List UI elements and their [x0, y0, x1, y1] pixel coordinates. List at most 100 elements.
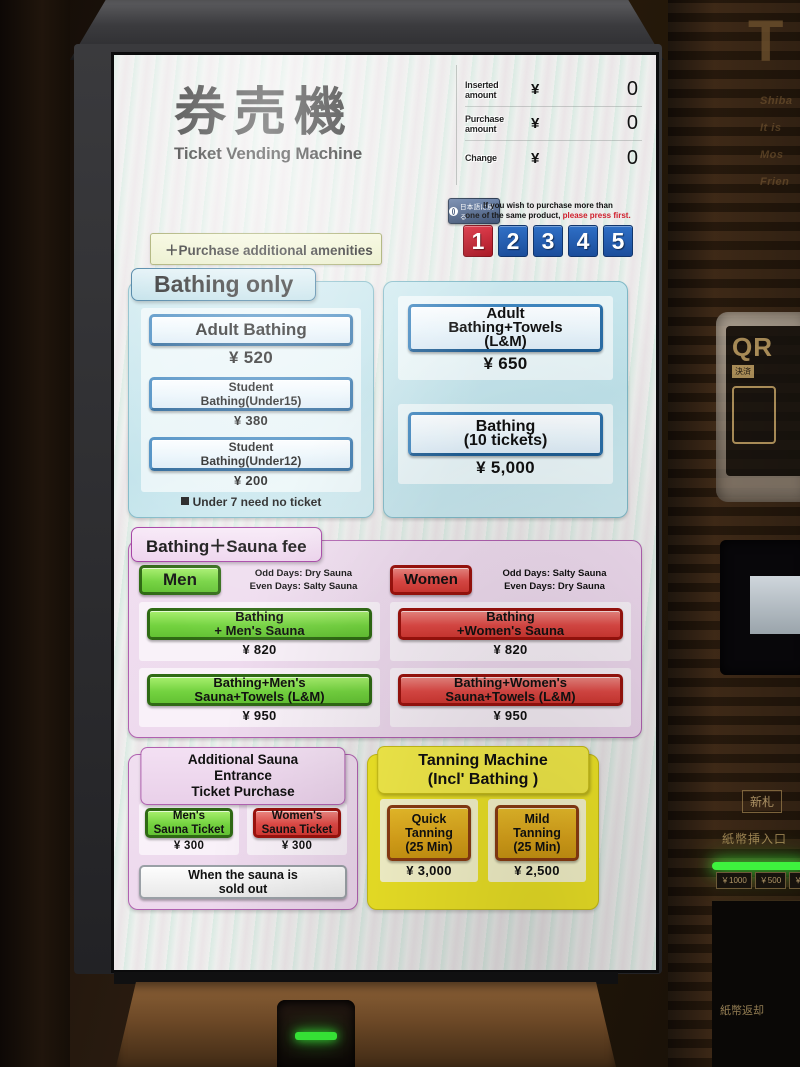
- amount-label: Change: [465, 153, 497, 163]
- currency-symbol: ¥: [531, 81, 540, 98]
- women-sauna-well-2: Bathing+Women's Sauna+Towels (L&M) ¥ 950: [390, 668, 631, 727]
- price-bathing-womens-sauna: ¥ 820: [493, 642, 528, 657]
- women-header-row: Women Odd Days: Salty Sauna Even Days: D…: [390, 565, 631, 595]
- tanning-items: Quick Tanning (25 Min) ¥ 3,000 Mild Tann…: [380, 799, 586, 882]
- bill-slot[interactable]: [750, 576, 800, 634]
- coin-label: ￥1000: [716, 872, 752, 889]
- product-bathing-mens-sauna-towels[interactable]: Bathing+Men's Sauna+Towels (L&M): [147, 674, 372, 706]
- men-schedule-line2: Even Days: Salty Sauna: [249, 581, 358, 592]
- women-schedule-line1: Odd Days: Salty Sauna: [502, 568, 607, 579]
- coin-label: ￥500: [754, 872, 787, 889]
- new-note-tag: 新札: [742, 790, 783, 813]
- section-header-tanning: Tanning Machine (Incl' Bathing ): [377, 746, 589, 794]
- quantity-note-line1: If you wish to purchase more than: [483, 201, 613, 210]
- amount-value: 0: [626, 112, 638, 134]
- product-mens-sauna-ticket[interactable]: Men's Sauna Ticket: [145, 808, 233, 838]
- amount-row-change: Change ¥ 0: [465, 141, 642, 175]
- quantity-instruction: If you wish to purchase more than one of…: [454, 201, 642, 221]
- panel-tanning: Tanning Machine (Incl' Bathing ) Quick T…: [367, 746, 599, 910]
- section-header-bathing-only: Bathing only: [131, 268, 317, 301]
- row-bathing: Bathing only Adult Bathing ¥ 520 Student…: [128, 268, 642, 518]
- product-student-bathing-under15[interactable]: Student Bathing(Under15): [149, 377, 353, 411]
- men-schedule: Odd Days: Dry Sauna Even Days: Salty Sau…: [227, 567, 380, 593]
- additional-sauna-items: Men's Sauna Ticket ¥ 300 Women's Sauna T…: [139, 803, 347, 855]
- quantity-selector: If you wish to purchase more than one of…: [454, 201, 642, 257]
- qr-title: QR: [732, 332, 773, 362]
- bathing-only-items: Adult Bathing ¥ 520 Student Bathing(Unde…: [141, 308, 361, 492]
- product-quick-tanning[interactable]: Quick Tanning (25 Min): [387, 805, 471, 861]
- qr-payment-module[interactable]: QR 決済: [716, 312, 800, 502]
- product-adult-bathing-towels[interactable]: Adult Bathing+Towels (L&M): [408, 304, 603, 352]
- qr-subtitle: 決済: [732, 365, 754, 378]
- row-extras: Additional Sauna Entrance Ticket Purchas…: [128, 746, 642, 910]
- quantity-button-3[interactable]: 3: [533, 225, 563, 257]
- bill-return-label: 紙幣返却: [720, 1005, 764, 1017]
- page-title-english: Ticket Vending Machine: [174, 144, 363, 163]
- page-title-japanese: 券売機: [174, 83, 355, 143]
- bullet-square-icon: [180, 497, 189, 505]
- womens-ticket-well: Women's Sauna Ticket ¥ 300: [247, 803, 347, 855]
- product-bathing-mens-sauna[interactable]: Bathing + Men's Sauna: [147, 608, 372, 640]
- section-header-additional-sauna: Additional Sauna Entrance Ticket Purchas…: [140, 747, 346, 805]
- men-sauna-well-1: Bathing + Men's Sauna ¥ 820: [139, 602, 380, 661]
- product-adult-bathing[interactable]: Adult Bathing: [149, 314, 353, 346]
- bathing-only-footnote: Under 7 need no ticket: [141, 492, 361, 509]
- lower-right-panel: [712, 900, 800, 1067]
- men-sauna-well-2: Bathing+Men's Sauna+Towels (L&M) ¥ 950: [139, 668, 380, 727]
- bill-acceptor-module[interactable]: [720, 540, 800, 675]
- product-bathing-womens-sauna[interactable]: Bathing +Women's Sauna: [398, 608, 623, 640]
- quantity-note-line2: one of the same product,: [465, 211, 563, 220]
- price-student-bathing-under12: ¥ 200: [233, 473, 269, 488]
- amount-label: Purchase amount: [465, 113, 504, 134]
- product-mild-tanning[interactable]: Mild Tanning (25 Min): [495, 805, 579, 861]
- price-mild-tanning: ¥ 2,500: [514, 863, 560, 878]
- price-adult-bathing-towels: ¥ 650: [483, 354, 528, 373]
- bill-slot-led: [712, 862, 800, 870]
- title-block: 券売機 Ticket Vending Machine: [128, 65, 374, 185]
- bill-insert-label: 紙幣挿入口: [722, 832, 788, 846]
- section-header-sauna-fee: Bathing＋Sauna fee: [131, 527, 322, 562]
- price-bathing-mens-sauna-towels: ¥ 950: [242, 708, 277, 723]
- wall-sign-text: Shiba It is Mos Frien: [760, 95, 793, 188]
- product-women-label-button[interactable]: Women: [390, 565, 472, 595]
- price-bathing-mens-sauna: ¥ 820: [242, 642, 277, 657]
- product-bathing-womens-sauna-towels[interactable]: Bathing+Women's Sauna+Towels (L&M): [398, 674, 623, 706]
- mens-ticket-well: Men's Sauna Ticket ¥ 300: [139, 803, 239, 855]
- women-schedule: Odd Days: Salty Sauna Even Days: Dry Sau…: [478, 567, 631, 593]
- quantity-button-5[interactable]: 5: [603, 225, 633, 257]
- amount-row-purchase: Purchase amount ¥ 0: [465, 107, 642, 141]
- footnote-text: Under 7 need no ticket: [192, 495, 322, 509]
- quantity-note-emphasis: please press first.: [562, 211, 631, 220]
- sauna-sold-out-button[interactable]: When the sauna is sold out: [139, 865, 347, 899]
- ten-ticket-well: Bathing (10 tickets) ¥ 5,000: [398, 404, 613, 484]
- amount-value: 0: [626, 146, 638, 169]
- product-student-bathing-under12[interactable]: Student Bathing(Under12): [149, 437, 353, 471]
- panel-additional-sauna: Additional Sauna Entrance Ticket Purchas…: [128, 747, 358, 910]
- phone-illustration-icon: [732, 386, 776, 444]
- panel-bathing-towels: Adult Bathing+Towels (L&M) ¥ 650 Bathing…: [383, 281, 628, 518]
- purchase-additional-amenities-button[interactable]: ＋Purchase additional amenities: [150, 233, 382, 265]
- quantity-button-1[interactable]: 1: [463, 225, 493, 257]
- towels-item-well: Adult Bathing+Towels (L&M) ¥ 650: [398, 296, 613, 380]
- ticket-vending-machine: 券売機 Ticket Vending Machine Inserted amou…: [56, 0, 676, 1067]
- ticket-tray: [116, 982, 616, 1067]
- amount-label: Inserted amount: [465, 79, 499, 100]
- dispense-slot-led: [295, 1032, 337, 1040]
- quantity-button-4[interactable]: 4: [568, 225, 598, 257]
- price-bathing-10-tickets: ¥ 5,000: [476, 458, 535, 477]
- product-bathing-10-tickets[interactable]: Bathing (10 tickets): [408, 412, 603, 456]
- quantity-button-2[interactable]: 2: [498, 225, 528, 257]
- wall-sign-letter: T: [748, 9, 784, 74]
- currency-symbol: ¥: [531, 149, 540, 167]
- panel-sauna-fee: Bathing＋Sauna fee Men Odd Days: Dry Saun…: [128, 527, 642, 738]
- price-bathing-womens-sauna-towels: ¥ 950: [493, 708, 528, 723]
- women-sauna-well-1: Bathing +Women's Sauna ¥ 820: [390, 602, 631, 661]
- screen-header: 券売機 Ticket Vending Machine Inserted amou…: [128, 65, 642, 185]
- sauna-men-column: Men Odd Days: Dry Sauna Even Days: Salty…: [139, 565, 380, 727]
- kiosk-screen-surround: 券売機 Ticket Vending Machine Inserted amou…: [74, 44, 662, 974]
- product-womens-sauna-ticket[interactable]: Women's Sauna Ticket: [253, 808, 341, 838]
- product-men-label-button[interactable]: Men: [139, 565, 221, 595]
- men-header-row: Men Odd Days: Dry Sauna Even Days: Salty…: [139, 565, 380, 595]
- amount-display-panel: Inserted amount ¥ 0 Purchase amount ¥ 0 …: [456, 65, 642, 185]
- touchscreen-display[interactable]: 券売機 Ticket Vending Machine Inserted amou…: [114, 55, 656, 970]
